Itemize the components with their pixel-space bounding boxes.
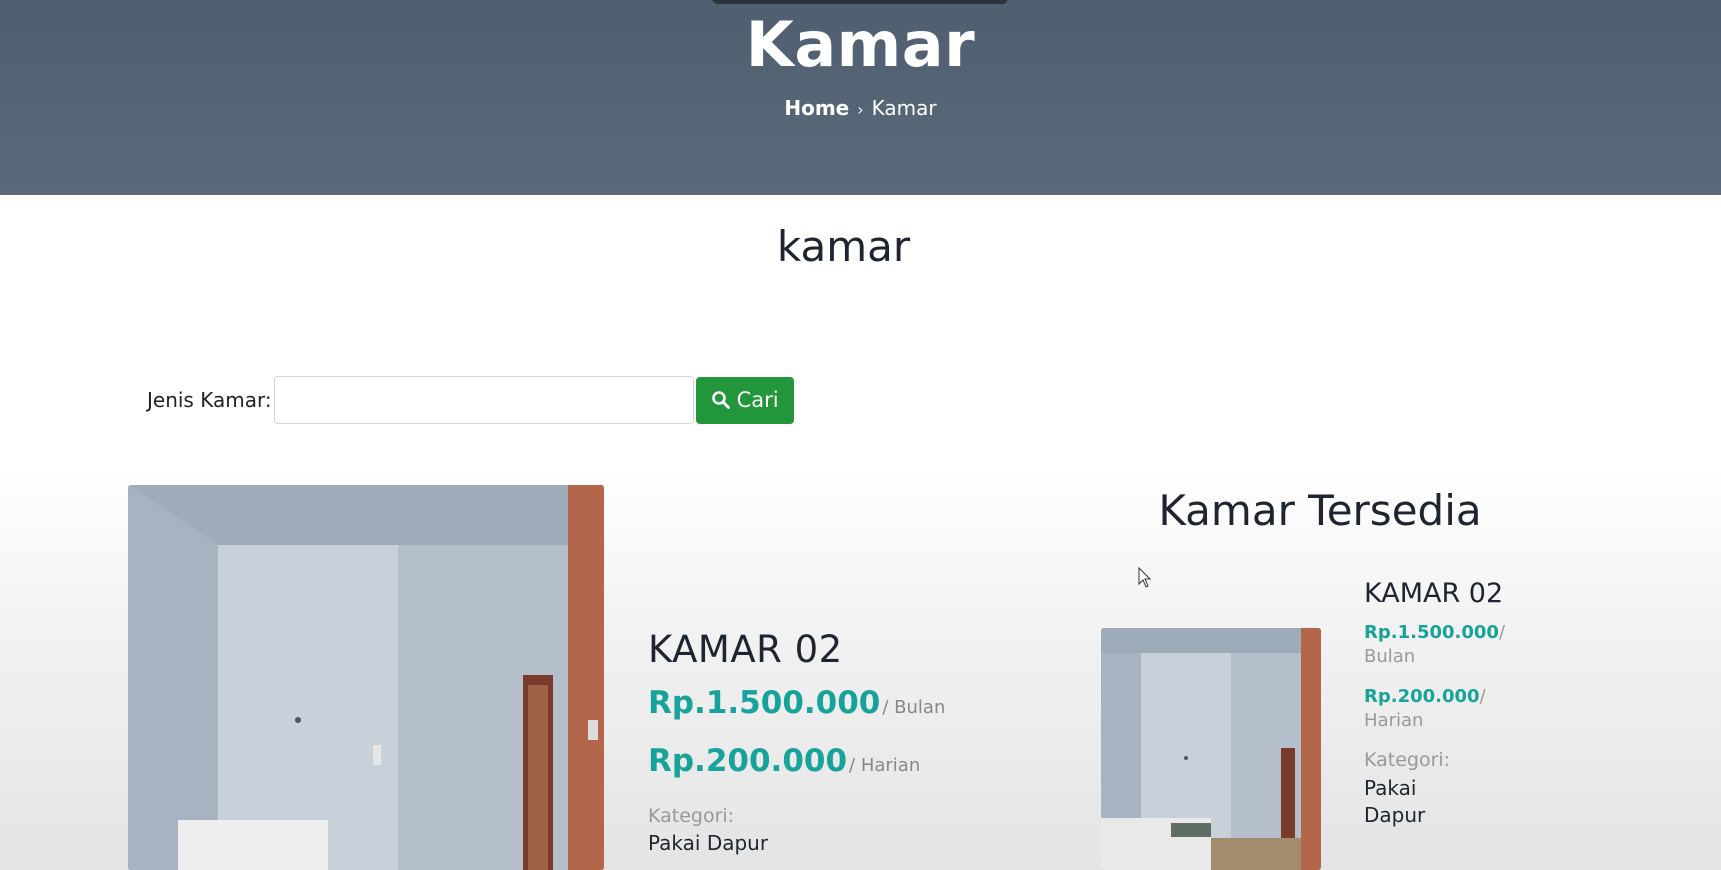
search-button[interactable]: Cari: [695, 376, 794, 424]
sidebar-daily-price: Rp.200.000: [1364, 686, 1480, 707]
featured-room-photo[interactable]: [128, 485, 604, 870]
daily-unit: / Harian: [849, 755, 921, 776]
search-label: Jenis Kamar:: [147, 388, 272, 412]
sidebar-room-details: KAMAR 02 Rp.1.500.000/ Bulan Rp.200.000/…: [1364, 578, 1534, 829]
room-type-search-input[interactable]: [273, 376, 694, 424]
page-hero: Kamar Home › Kamar: [0, 0, 1721, 195]
category-value: Pakai Dapur: [648, 831, 769, 855]
room-interior-image: [128, 485, 604, 870]
sidebar-monthly-price: Rp.1.500.000: [1364, 622, 1499, 643]
sidebar-category-label: Kategori:: [1364, 749, 1451, 771]
monthly-unit: / Bulan: [882, 697, 946, 718]
monthly-price: Rp.1.500.000: [648, 685, 881, 721]
available-rooms-title: Kamar Tersedia: [1158, 486, 1482, 535]
featured-room-details: KAMAR 02 Rp.1.500.000 / Bulan Rp.200.000…: [648, 628, 945, 855]
page-title: Kamar: [745, 8, 976, 81]
breadcrumb-separator: ›: [857, 100, 864, 119]
search-form: Jenis Kamar: Cari: [147, 376, 794, 424]
search-button-label: Cari: [736, 388, 779, 412]
monthly-price-line: Rp.1.500.000 / Bulan: [648, 685, 945, 721]
section-title: kamar: [776, 222, 911, 271]
category-label: Kategori:: [648, 805, 735, 827]
sidebar-room-name[interactable]: KAMAR 02: [1364, 578, 1534, 609]
hero-clipped-element: [712, 0, 1008, 4]
sidebar-room-photo[interactable]: [1101, 628, 1321, 870]
search-icon: [711, 391, 730, 409]
sidebar-category-value: Pakai Dapur: [1364, 776, 1426, 827]
daily-price-line: Rp.200.000 / Harian: [648, 743, 945, 779]
breadcrumb-current: Kamar: [871, 96, 937, 120]
daily-price: Rp.200.000: [648, 743, 848, 779]
breadcrumb: Home › Kamar: [0, 96, 1721, 120]
featured-room-name[interactable]: KAMAR 02: [648, 628, 945, 671]
sidebar-monthly-price-line: Rp.1.500.000/ Bulan: [1364, 621, 1534, 669]
breadcrumb-home-link[interactable]: Home: [784, 96, 849, 120]
room-interior-thumbnail: [1101, 628, 1321, 870]
sidebar-daily-price-line: Rp.200.000/ Harian: [1364, 685, 1534, 733]
mouse-cursor-icon: [1138, 567, 1152, 588]
